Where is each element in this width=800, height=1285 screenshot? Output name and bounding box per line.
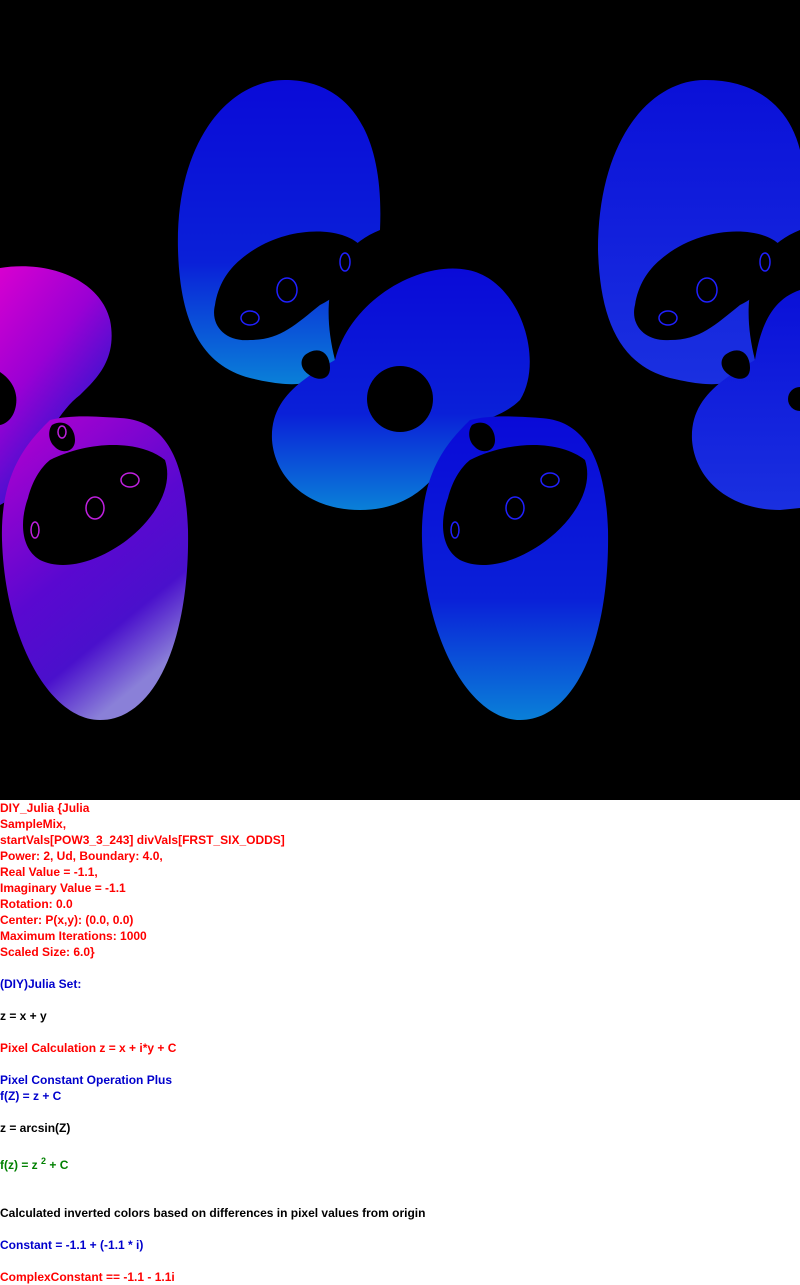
z-arcsin: z = arcsin(Z) <box>0 1121 71 1135</box>
f-z-tail: + C <box>46 1158 69 1172</box>
info-panel: DIY_Julia {Julia SampleMix, startVals[PO… <box>0 800 800 1285</box>
param-line-1: DIY_Julia {Julia <box>0 801 90 815</box>
center-julia-body <box>177 80 609 720</box>
inverted-colors-note: Calculated inverted colors based on diff… <box>0 1206 426 1220</box>
complex-constant-line: ComplexConstant == -1.1 - 1.1i <box>0 1270 175 1284</box>
param-line-5: Real Value = -1.1, <box>0 865 98 879</box>
pixel-calculation: Pixel Calculation z = x + i*y + C <box>0 1041 177 1055</box>
constant-line: Constant = -1.1 + (-1.1 * i) <box>0 1238 144 1252</box>
param-line-8: Center: P(x,y): (0.0, 0.0) <box>0 913 134 927</box>
param-line-4: Power: 2, Ud, Boundary: 4.0, <box>0 849 163 863</box>
param-line-9: Maximum Iterations: 1000 <box>0 929 147 943</box>
f-z-base: f(z) = z <box>0 1158 38 1172</box>
param-line-2: SampleMix, <box>0 817 67 831</box>
pixel-constant-operation: Pixel Constant Operation Plus <box>0 1073 173 1087</box>
param-line-3: startVals[POW3_3_243] divVals[FRST_SIX_O… <box>0 833 285 847</box>
f-Z-formula: f(Z) = z + C <box>0 1089 62 1103</box>
param-line-6: Imaginary Value = -1.1 <box>0 881 126 895</box>
fractal-canvas <box>0 0 800 800</box>
left-julia-body <box>0 266 189 720</box>
param-line-10: Scaled Size: 6.0} <box>0 945 95 959</box>
right-julia-body <box>598 80 800 510</box>
f-z-formula: f(z) = z 2 + C <box>0 1157 68 1173</box>
z-definition: z = x + y <box>0 1009 47 1023</box>
set-title: (DIY)Julia Set: <box>0 977 82 991</box>
param-line-7: Rotation: 0.0 <box>0 897 73 911</box>
